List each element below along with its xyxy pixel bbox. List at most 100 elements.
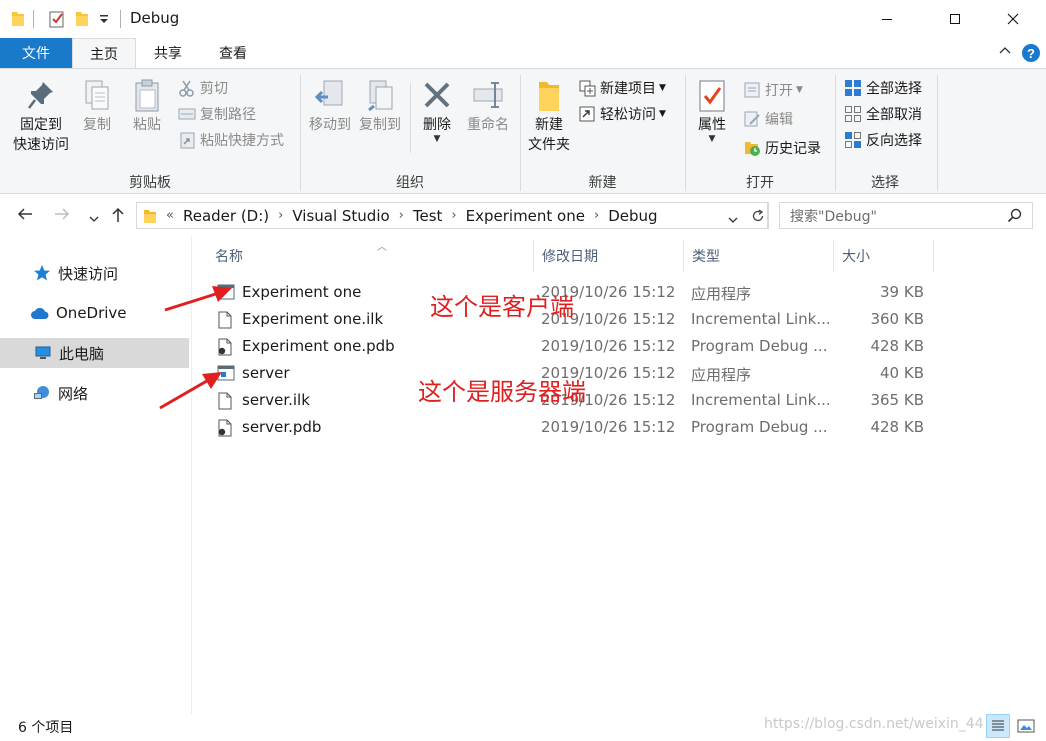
- tab-share[interactable]: 共享: [138, 38, 198, 68]
- paste-shortcut-button[interactable]: 粘贴快捷方式: [178, 129, 284, 151]
- tab-file[interactable]: 文件: [0, 38, 72, 68]
- help-icon[interactable]: ?: [1021, 43, 1041, 67]
- breadcrumb-item[interactable]: Debug: [608, 207, 657, 225]
- pdb-icon: [217, 338, 233, 360]
- nav-item-quick-access[interactable]: 快速访问: [0, 258, 189, 288]
- file-row[interactable]: server.pdb 2019/10/26 15:12 Program Debu…: [207, 414, 927, 441]
- move-to-icon: [305, 79, 355, 115]
- move-to-button[interactable]: 移动到: [305, 79, 355, 135]
- back-button[interactable]: [16, 206, 34, 226]
- new-folder-label-line2: 文件夹: [528, 137, 570, 153]
- chevron-right-icon[interactable]: ›: [594, 208, 599, 223]
- network-icon: [32, 384, 52, 402]
- column-label: 名称: [215, 249, 243, 265]
- copy-button[interactable]: 复制: [78, 79, 116, 135]
- folder-icon: [10, 10, 26, 32]
- search-icon[interactable]: [1007, 208, 1022, 227]
- paste-icon: [126, 79, 168, 115]
- details-view-button[interactable]: [986, 714, 1010, 738]
- file-row[interactable]: Experiment one.pdb 2019/10/26 15:12 Prog…: [207, 333, 927, 360]
- copy-path-button[interactable]: 复制路径: [178, 103, 256, 125]
- easy-access-button[interactable]: 轻松访问 ▼: [578, 103, 666, 125]
- pin-icon: [8, 79, 74, 115]
- pin-to-quick-access-button[interactable]: 固定到 快速访问: [8, 79, 74, 155]
- select-none-button[interactable]: 全部取消: [844, 103, 922, 125]
- paste-shortcut-label: 粘贴快捷方式: [200, 133, 284, 149]
- move-to-label: 移动到: [309, 117, 351, 133]
- address-row: « Reader (D:) › Visual Studio › Test › E…: [0, 196, 1046, 236]
- tab-view[interactable]: 查看: [203, 38, 263, 68]
- edit-button[interactable]: 编辑: [743, 108, 793, 130]
- select-all-button[interactable]: 全部选择: [844, 77, 922, 99]
- column-header-name[interactable]: ︿ 名称: [207, 240, 534, 272]
- file-name: server.pdb: [242, 418, 322, 436]
- properties-button[interactable]: 属性 ▼: [690, 79, 734, 144]
- breadcrumb-item[interactable]: Visual Studio: [292, 207, 389, 225]
- up-button[interactable]: [110, 206, 126, 228]
- chevron-right-icon[interactable]: ›: [399, 208, 404, 223]
- column-header-date[interactable]: 修改日期: [534, 240, 684, 272]
- tab-home[interactable]: 主页: [72, 38, 136, 69]
- star-icon: [32, 264, 52, 282]
- open-button[interactable]: 打开 ▼: [743, 79, 803, 101]
- nav-item-this-pc[interactable]: 此电脑: [0, 338, 189, 368]
- select-none-icon: [844, 105, 862, 123]
- copy-label: 复制: [83, 117, 111, 133]
- properties-icon: [690, 79, 734, 115]
- file-name: Experiment one.ilk: [242, 310, 384, 328]
- delete-button[interactable]: 删除 ▼: [416, 79, 458, 144]
- history-button[interactable]: 历史记录: [743, 137, 821, 159]
- invert-selection-button[interactable]: 反向选择: [844, 129, 922, 151]
- copy-icon: [78, 79, 116, 115]
- annotation-client: 这个是客户端: [430, 293, 574, 321]
- new-group-label: 新建: [588, 175, 617, 191]
- easy-access-dropdown-icon: ▼: [659, 109, 666, 119]
- column-header-type[interactable]: 类型: [684, 240, 834, 272]
- nav-item-network[interactable]: 网络: [0, 378, 189, 408]
- history-label: 历史记录: [765, 141, 821, 157]
- quick-access-dropdown-icon[interactable]: [98, 12, 110, 30]
- chevron-right-icon[interactable]: ›: [451, 208, 456, 223]
- new-item-button[interactable]: 新建项目 ▼: [578, 77, 666, 99]
- breadcrumb-overflow[interactable]: «: [166, 208, 174, 223]
- column-header-size[interactable]: 大小: [834, 240, 934, 272]
- copy-to-button[interactable]: 复制到: [355, 79, 405, 135]
- file-name: server.ilk: [242, 391, 310, 409]
- refresh-icon: [752, 208, 763, 221]
- cut-button[interactable]: 剪切: [178, 77, 228, 99]
- refresh-button[interactable]: [747, 202, 769, 229]
- paste-label: 粘贴: [133, 117, 161, 133]
- large-icons-view-button[interactable]: [1014, 714, 1038, 738]
- address-dropdown-icon[interactable]: [727, 211, 739, 229]
- file-size: 365 KB: [870, 391, 924, 409]
- new-folder-icon: [524, 79, 574, 115]
- easy-access-label: 轻松访问: [600, 107, 656, 123]
- breadcrumb-item[interactable]: Test: [413, 207, 443, 225]
- collapse-ribbon-icon[interactable]: [998, 44, 1012, 62]
- new-folder-quick-icon[interactable]: [74, 10, 90, 32]
- search-input[interactable]: 搜索"Debug": [779, 202, 1033, 229]
- app-icon: [217, 365, 235, 385]
- forward-button[interactable]: [53, 206, 71, 226]
- paste-button[interactable]: 粘贴: [126, 79, 168, 135]
- open-dropdown-icon: ▼: [796, 85, 803, 95]
- annotation-server: 这个是服务器端: [418, 378, 586, 406]
- nav-label: 此电脑: [59, 344, 105, 363]
- open-icon: [743, 81, 761, 99]
- new-folder-label-line1: 新建: [535, 117, 563, 133]
- close-button[interactable]: [990, 0, 1036, 38]
- chevron-right-icon[interactable]: ›: [278, 208, 283, 223]
- minimize-button[interactable]: [864, 0, 910, 38]
- address-bar[interactable]: « Reader (D:) › Visual Studio › Test › E…: [136, 202, 768, 229]
- recent-locations-icon[interactable]: [88, 209, 100, 228]
- breadcrumb-item[interactable]: Experiment one: [466, 207, 585, 225]
- new-folder-button[interactable]: 新建 文件夹: [524, 79, 574, 155]
- app-icon: [217, 284, 235, 304]
- ribbon-separator: [937, 75, 938, 191]
- nav-item-onedrive[interactable]: OneDrive: [0, 298, 189, 328]
- delete-x-icon: [416, 79, 458, 115]
- rename-button[interactable]: 重命名: [463, 79, 513, 135]
- properties-quick-icon[interactable]: [48, 10, 66, 32]
- maximize-button[interactable]: [932, 0, 978, 38]
- breadcrumb-item[interactable]: Reader (D:): [183, 207, 269, 225]
